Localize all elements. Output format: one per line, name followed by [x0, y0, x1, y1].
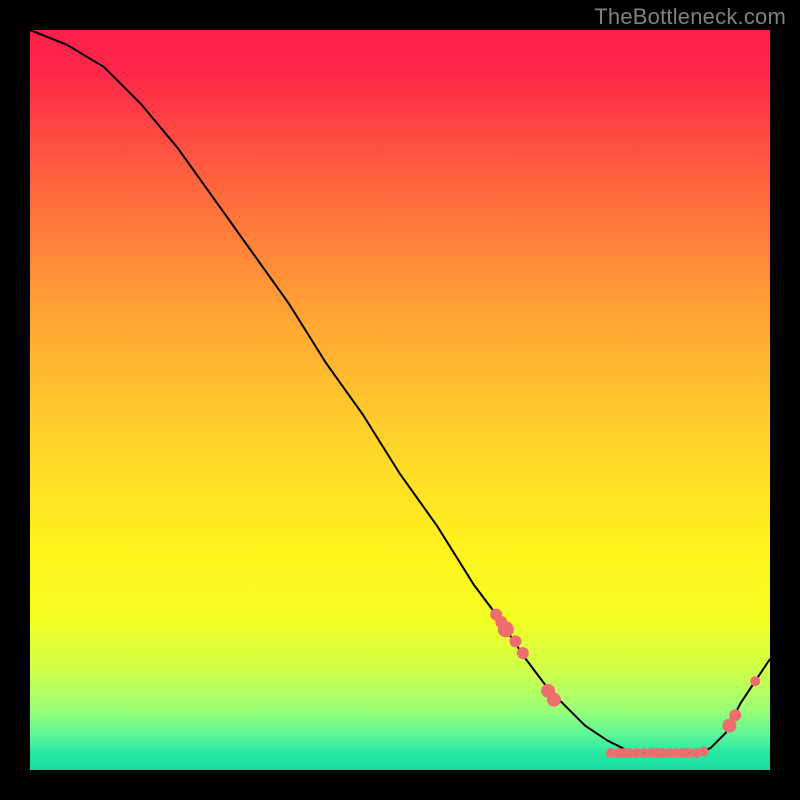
data-point: [698, 747, 708, 757]
data-point: [509, 635, 521, 647]
chart-plot-area: [30, 30, 770, 770]
data-point: [729, 709, 741, 721]
attribution-label: TheBottleneck.com: [594, 4, 786, 30]
data-point: [517, 647, 529, 659]
data-point: [750, 676, 760, 686]
data-point: [498, 621, 514, 637]
data-point: [547, 693, 561, 707]
chart-svg: [30, 30, 770, 770]
chart-frame: TheBottleneck.com: [0, 0, 800, 800]
gradient-background: [30, 30, 770, 770]
